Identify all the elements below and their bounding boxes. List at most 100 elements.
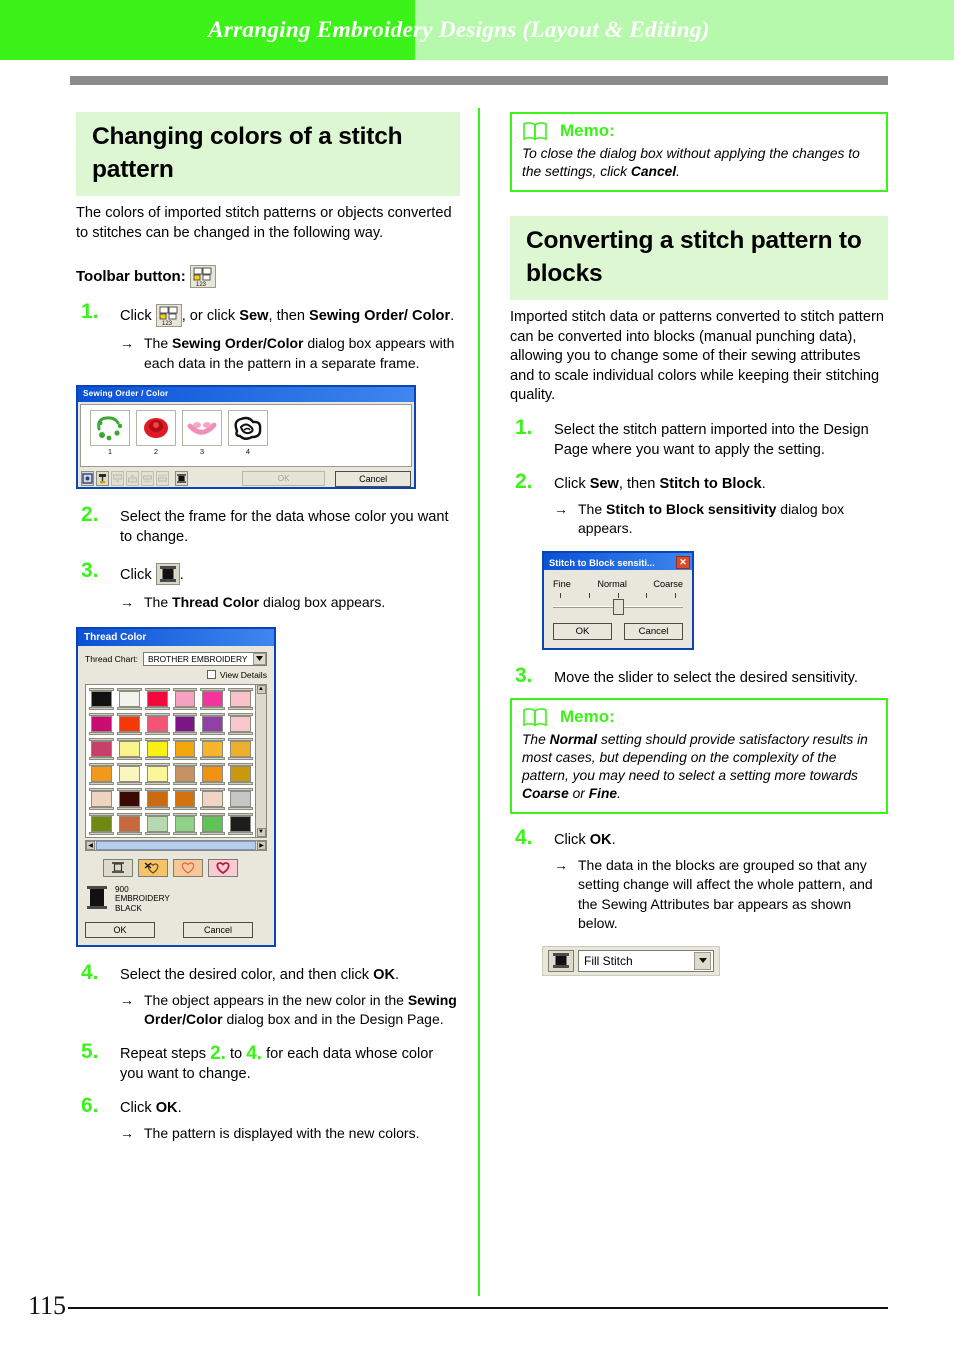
color-swatch[interactable] [89,762,114,785]
dialog-body: Fine Normal Coarse OK Cancel [544,570,692,648]
step-text-part-b: . [395,966,400,983]
swatch-vertical-scrollbar[interactable]: ▲ ▼ [255,684,266,837]
move-first-icon[interactable] [141,471,154,486]
memo-part-d: . [617,785,621,801]
frame-thumbnail-red [136,410,176,446]
color-swatch[interactable] [89,812,114,835]
color-swatch[interactable] [144,687,170,710]
scroll-up-icon[interactable]: ▲ [256,684,266,694]
thread-chart-label: Thread Chart: [85,653,139,664]
thread-spool-icon[interactable] [548,949,574,972]
color-swatch[interactable] [200,737,226,760]
chevron-down-icon[interactable] [694,951,711,970]
menu-ref-sew: Sew [589,475,619,492]
dialog-ok-button[interactable]: OK [553,622,612,640]
color-swatch[interactable] [172,737,198,760]
sort-icon[interactable] [96,471,109,486]
thread-spool-icon[interactable] [155,563,180,585]
favorite-outline-icon[interactable] [173,858,203,877]
color-swatch[interactable] [172,762,198,785]
color-swatch[interactable] [144,787,170,810]
move-up-icon[interactable] [111,471,124,486]
color-swatch[interactable] [89,712,114,735]
color-swatch[interactable] [89,687,114,710]
favorite-add-icon[interactable] [138,858,168,877]
thread-spool-icon[interactable] [103,858,133,877]
scrollbar-thumb[interactable] [96,840,256,850]
sewing-order-frame-1[interactable]: 1 [90,410,130,456]
favorite-filled-icon[interactable] [208,858,238,877]
color-swatch[interactable] [172,812,198,835]
swatch-horizontal-scrollbar[interactable]: ◀ ▶ [85,839,267,851]
dialog-ok-button[interactable]: OK [85,921,155,938]
dialog-titlebar: Sewing Order / Color [78,387,414,402]
color-swatch[interactable] [200,712,226,735]
color-swatch[interactable] [228,687,253,710]
color-swatch[interactable] [116,737,142,760]
color-swatch[interactable] [200,787,226,810]
sewing-order-123-icon[interactable]: 123 [155,304,182,327]
step-number: 4. [515,825,533,849]
color-swatch-grid[interactable] [86,685,255,837]
view-details-label: View Details [219,669,267,680]
thread-chart-select[interactable]: BROTHER EMBROIDERY [143,651,267,666]
arrow-icon: → [554,856,568,873]
color-swatch[interactable] [144,737,170,760]
scroll-right-icon[interactable]: ▶ [257,840,266,850]
color-swatch[interactable] [200,762,226,785]
color-swatch[interactable] [228,812,253,835]
move-last-icon[interactable] [156,471,169,486]
section-heading-changing-colors: Changing colors of a stitch pattern [76,112,460,196]
sensitivity-slider[interactable] [553,598,683,615]
sewing-order-frame-3[interactable]: 3 [182,410,222,456]
stitch-type-select[interactable]: Fill Stitch [578,949,714,972]
section-heading-converting-to-blocks: Converting a stitch pattern to blocks [510,216,888,300]
step-reference-4: 4. [246,1042,263,1064]
color-swatch[interactable] [144,712,170,735]
sewing-order-frame-2[interactable]: 2 [136,410,176,456]
color-swatch[interactable] [116,787,142,810]
dialog-cancel-button[interactable]: Cancel [335,470,411,487]
slider-tick [617,592,619,598]
sewing-order-123-icon[interactable]: 123 [190,265,217,288]
view-details-checkbox[interactable] [206,670,216,679]
sewing-attributes-bar-screenshot: Fill Stitch [542,945,720,976]
color-swatch[interactable] [228,787,253,810]
color-swatch[interactable] [200,812,226,835]
note-part-b: dialog box and in the Design Page. [222,1011,444,1027]
zoom-icon[interactable] [81,471,94,486]
dialog-ok-button[interactable]: OK [242,471,326,486]
scroll-down-icon[interactable]: ▼ [256,827,266,837]
color-swatch[interactable] [172,787,198,810]
color-swatch[interactable] [200,687,226,710]
color-swatch[interactable] [228,762,253,785]
dialog-toolbar-row: OK Cancel [78,469,414,488]
color-swatch[interactable] [116,712,142,735]
color-swatch[interactable] [144,812,170,835]
thread-spool-icon[interactable] [175,471,188,486]
color-swatch[interactable] [116,762,142,785]
step-number: 6. [81,1093,99,1117]
color-swatch[interactable] [172,712,198,735]
slider-thumb[interactable] [612,598,624,615]
color-swatch[interactable] [89,737,114,760]
memo-part-b: . [676,164,680,179]
view-details-row[interactable]: View Details [85,670,267,680]
scroll-left-icon[interactable]: ◀ [86,840,95,850]
color-swatch[interactable] [89,787,114,810]
color-swatch[interactable] [116,812,142,835]
close-icon[interactable]: ✕ [676,556,690,569]
move-down-icon[interactable] [126,471,139,486]
dialog-cancel-button[interactable]: Cancel [624,622,683,640]
menu-ref-sewing-order-color: Sewing Order/ Color [309,308,451,324]
color-swatch[interactable] [228,737,253,760]
color-swatch[interactable] [228,712,253,735]
color-swatch[interactable] [144,762,170,785]
dialog-cancel-button[interactable]: Cancel [183,921,253,938]
color-swatch[interactable] [172,687,198,710]
step-5-left: 5. Repeat steps 2. to 4. for each data w… [76,1040,460,1084]
sewing-order-frame-4[interactable]: 4 [228,410,268,456]
chevron-down-icon[interactable] [253,652,266,665]
color-swatch[interactable] [116,687,142,710]
step-text: Select the stitch pattern imported into … [554,421,869,458]
